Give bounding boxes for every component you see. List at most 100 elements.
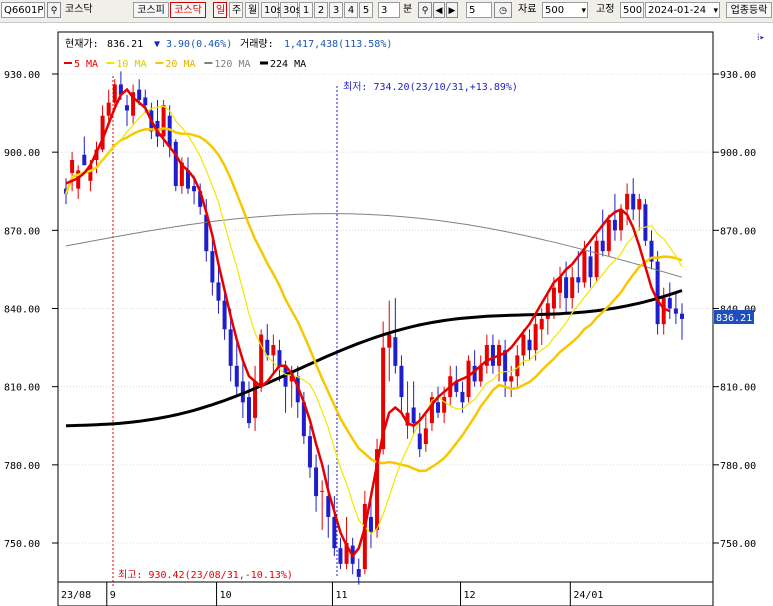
ma-legend: 5 MA 10 MA 20 MA 120 MA 224 MA: [64, 59, 306, 70]
period-month-button[interactable]: 월: [245, 2, 259, 18]
candle-body: [368, 516, 373, 533]
candle-body: [82, 154, 87, 166]
minute-2-button[interactable]: 2: [314, 2, 328, 18]
candle-body: [619, 209, 624, 231]
minute-4-button[interactable]: 4: [344, 2, 358, 18]
candle-body: [173, 141, 178, 187]
candle-body: [673, 308, 678, 314]
candle-body: [551, 287, 556, 309]
candle-body: [661, 298, 666, 325]
x-tick-label: 23/08: [61, 590, 91, 601]
candle-body: [210, 251, 215, 283]
period-day-button[interactable]: 일: [213, 2, 227, 18]
change-down-arrow-icon: ▼: [154, 39, 160, 50]
kosdaq-button[interactable]: 코스닥: [170, 2, 206, 18]
count-select[interactable]: 500: [542, 2, 588, 19]
legend-item: 120 MA: [214, 59, 250, 70]
y-tick-label-left: 900.00: [4, 148, 40, 159]
candle-body: [228, 329, 233, 366]
x-tick-label: 12: [464, 590, 476, 601]
candle-body: [588, 256, 593, 278]
candle-body: [393, 337, 398, 366]
candle-body: [234, 365, 239, 387]
x-tick-label: 11: [335, 590, 347, 601]
candle-body: [576, 277, 581, 283]
period-10s-button[interactable]: 10s: [261, 2, 282, 18]
minute-3-button[interactable]: 3: [329, 2, 343, 18]
candle-body: [637, 199, 642, 210]
candle-body: [320, 490, 325, 492]
candle-body: [539, 318, 544, 330]
ma-10-line: [65, 105, 683, 535]
candle-body: [533, 324, 538, 351]
candle-body: [466, 360, 471, 398]
search-icon[interactable]: ⚲: [47, 2, 61, 18]
x-tick-label: 24/01: [573, 590, 603, 601]
candle-body: [490, 344, 495, 366]
y-tick-label-left: 750.00: [4, 539, 40, 550]
scroll-left-icon[interactable]: ◀: [433, 2, 445, 18]
candle-body: [338, 548, 343, 564]
candle-body: [503, 350, 508, 382]
legend-item: 5 MA: [74, 59, 98, 70]
legend-item: 224 MA: [270, 59, 306, 70]
interval-input[interactable]: 3: [378, 2, 400, 18]
fixed-label: 고정: [596, 4, 615, 15]
x-axis: 23/08 9 10 11 12 24/01: [57, 581, 713, 606]
ma-5-line: [65, 87, 671, 559]
candle-body: [631, 193, 636, 210]
candle-body: [161, 105, 166, 137]
volume-label: 거래량:: [240, 38, 274, 50]
candle-body: [625, 193, 630, 210]
price-value: 836.21: [107, 39, 143, 50]
candle-body: [436, 402, 441, 413]
minute-5-button[interactable]: 5: [359, 2, 373, 18]
candle-body: [509, 376, 514, 382]
candle-body: [411, 407, 416, 424]
candle-body: [124, 105, 129, 111]
candle-body: [521, 334, 526, 356]
scroll-right-icon[interactable]: ▶: [446, 2, 458, 18]
kospi-button[interactable]: 코스피: [133, 2, 169, 18]
candle-body: [70, 159, 75, 174]
y-tick-label-right: 900.00: [720, 148, 756, 159]
candle-body: [143, 97, 148, 106]
zoom-icon[interactable]: ⚲: [418, 2, 432, 18]
count-label: 자료: [518, 4, 537, 15]
y-tick-label-left: 870.00: [4, 226, 40, 237]
fixed-input[interactable]: 500: [620, 2, 644, 18]
candle-body: [612, 219, 617, 231]
date-select[interactable]: 2024-01-24: [645, 2, 720, 19]
period-30s-button[interactable]: 30s: [280, 2, 301, 18]
clock-icon[interactable]: ◷: [494, 2, 512, 18]
candle-body: [399, 365, 404, 398]
candle-body: [527, 339, 532, 351]
candle-body: [314, 467, 319, 497]
y-tick-label-right: 780.00: [720, 461, 756, 472]
price-chart[interactable]: 현재가: 836.21 ▼ 3.90(0.46%) 거래량: 1,417,438…: [0, 22, 773, 606]
candle-body: [667, 298, 672, 309]
stock-code-input[interactable]: Q6601P: [1, 2, 45, 18]
candle-body: [356, 569, 361, 577]
candle-body: [112, 84, 117, 103]
candle-body: [192, 186, 197, 192]
candle-body: [246, 397, 251, 424]
minute-1-button[interactable]: 1: [299, 2, 313, 18]
expand-panel-icon[interactable]: ⁞▸: [757, 33, 765, 43]
y-tick-label-left: 810.00: [4, 383, 40, 394]
candle-body: [271, 344, 276, 356]
candle-body: [307, 436, 312, 468]
candles: [64, 71, 684, 585]
candle-body: [545, 303, 550, 319]
candle-body: [106, 102, 111, 116]
candle-body: [387, 334, 392, 348]
sector-change-button[interactable]: 업종등락: [726, 2, 772, 18]
high-annotation: 최고: 930.42(23/08/31,-10.13%): [118, 569, 293, 581]
ma-224-line: [65, 289, 683, 428]
period-week-button[interactable]: 주: [229, 2, 243, 18]
step-input[interactable]: 5: [466, 2, 492, 18]
candle-body: [564, 277, 569, 299]
moving-averages: [64, 87, 683, 559]
last-price-text: 836.21: [716, 313, 752, 324]
market-name-label: 코스닥: [65, 4, 93, 15]
